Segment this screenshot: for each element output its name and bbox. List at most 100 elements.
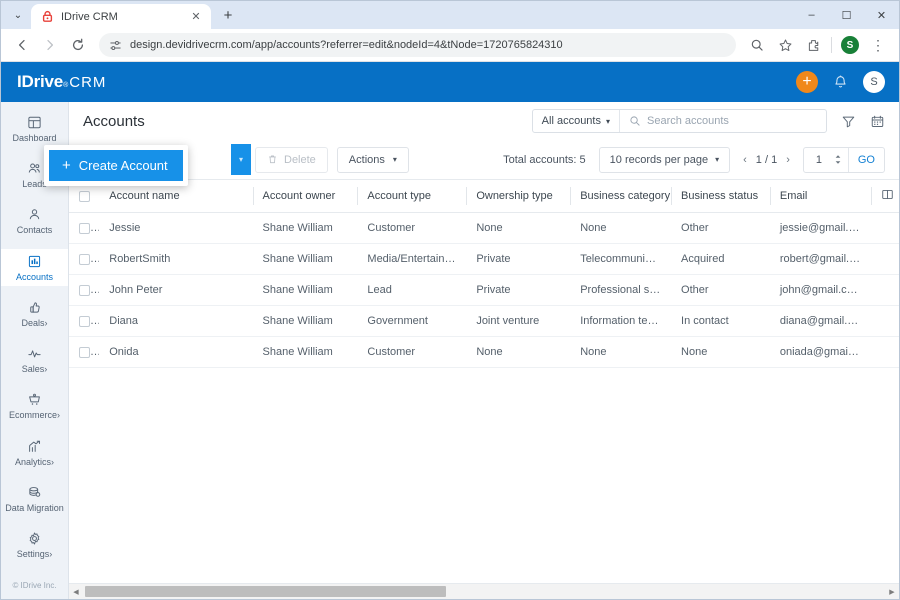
prev-page-button[interactable]: ‹ bbox=[743, 154, 747, 166]
toolbar-divider bbox=[831, 37, 832, 53]
view-filter-dropdown[interactable]: All accounts ▾ bbox=[533, 110, 620, 132]
column-header-email[interactable]: Email bbox=[769, 180, 871, 213]
search-field-wrap[interactable] bbox=[620, 115, 826, 127]
extensions-icon[interactable] bbox=[800, 32, 826, 58]
quick-add-button[interactable]: + bbox=[796, 71, 818, 93]
sales-icon bbox=[27, 346, 42, 361]
notifications-bell-icon[interactable] bbox=[832, 74, 849, 91]
row-checkbox[interactable] bbox=[79, 346, 90, 358]
cell-actions bbox=[870, 243, 899, 275]
tab-search-icon[interactable]: ⌄ bbox=[5, 2, 31, 28]
create-account-label: Create Account bbox=[78, 158, 168, 173]
column-header-ownership-type[interactable]: Ownership type bbox=[466, 180, 571, 213]
sidebar-item-settings[interactable]: Settings› bbox=[1, 527, 68, 564]
ecommerce-icon bbox=[27, 392, 42, 407]
table-row[interactable]: Jessie Shane William Customer None None … bbox=[69, 212, 899, 244]
row-checkbox[interactable] bbox=[79, 284, 90, 296]
scroll-left-arrow[interactable]: ◀ bbox=[69, 588, 83, 596]
tab-title: IDrive CRM bbox=[61, 10, 118, 23]
search-input[interactable] bbox=[647, 115, 817, 127]
row-checkbox[interactable] bbox=[79, 222, 90, 234]
page-number-input[interactable]: 1 bbox=[804, 154, 834, 166]
main-content: Accounts All accounts ▾ Search accounts … bbox=[44, 102, 899, 599]
view-filter-label: All accounts bbox=[541, 115, 601, 127]
create-account-dropdown-caret[interactable]: ▾ bbox=[231, 144, 251, 175]
row-select-cell bbox=[69, 243, 100, 275]
browser-menu-icon[interactable]: ⋮ bbox=[865, 32, 891, 58]
column-header-account-owner[interactable]: Account owner bbox=[252, 180, 358, 213]
address-bar[interactable]: design.devidrivecrm.com/app/accounts?ref… bbox=[99, 33, 736, 57]
column-header-business-status[interactable]: Business status bbox=[671, 180, 770, 213]
horizontal-scrollbar[interactable]: ◀ ▶ bbox=[69, 583, 899, 599]
bookmark-star-icon[interactable] bbox=[772, 32, 798, 58]
deals-icon bbox=[27, 300, 42, 315]
logo-crm-text: CRM bbox=[69, 74, 107, 91]
sidebar-item-label: Analytics› bbox=[14, 456, 54, 467]
sidebar-item-data-migration[interactable]: Data Migration bbox=[1, 480, 68, 517]
app-header: IDrive ® CRM + S bbox=[1, 62, 899, 102]
create-account-button[interactable]: + Create Account bbox=[49, 150, 183, 181]
cell-business-status: Other bbox=[671, 212, 770, 244]
scrollbar-track[interactable] bbox=[83, 586, 885, 597]
scroll-right-arrow[interactable]: ▶ bbox=[885, 588, 899, 596]
records-per-page-dropdown[interactable]: 10 records per page ▾ bbox=[598, 146, 731, 173]
new-tab-button[interactable]: + bbox=[215, 2, 241, 28]
cell-account-owner: Shane William bbox=[252, 212, 358, 244]
page-indicator: 1 / 1 bbox=[755, 153, 778, 166]
records-per-page-label: 10 records per page bbox=[609, 153, 709, 166]
logo-idrive-text: IDrive bbox=[17, 72, 64, 91]
actions-dropdown[interactable]: Actions ▾ bbox=[336, 146, 409, 173]
scrollbar-thumb[interactable] bbox=[85, 586, 446, 597]
close-icon[interactable]: ✕ bbox=[189, 10, 203, 23]
zoom-search-icon[interactable] bbox=[744, 32, 770, 58]
back-icon[interactable] bbox=[9, 32, 35, 58]
go-button[interactable]: GO bbox=[847, 147, 884, 172]
minimize-icon[interactable]: – bbox=[794, 1, 829, 29]
cell-account-owner: Shane William bbox=[252, 336, 358, 368]
sidebar-item-analytics[interactable]: Analytics› bbox=[1, 434, 68, 471]
crm-application: IDrive ® CRM + S Dashboard Leads Contact… bbox=[1, 62, 899, 599]
cell-account-name[interactable]: John Peter bbox=[99, 274, 253, 306]
next-page-button[interactable]: › bbox=[786, 154, 790, 166]
browser-tab[interactable]: IDrive CRM ✕ bbox=[31, 4, 211, 29]
reload-icon[interactable] bbox=[65, 32, 91, 58]
leads-icon bbox=[27, 161, 42, 176]
sidebar-item-deals[interactable]: Deals› bbox=[1, 295, 68, 332]
cell-business-status: None bbox=[671, 336, 770, 368]
idrive-lock-icon bbox=[41, 10, 54, 23]
table-row[interactable]: Diana Shane William Government Joint ven… bbox=[69, 305, 899, 337]
column-settings-icon[interactable] bbox=[881, 188, 894, 201]
site-settings-icon[interactable] bbox=[109, 39, 122, 52]
cell-account-name[interactable]: Diana bbox=[99, 305, 253, 337]
column-header-business-category[interactable]: Business category bbox=[570, 180, 672, 213]
cell-account-name[interactable]: Jessie bbox=[99, 212, 253, 244]
cell-ownership-type: Private bbox=[466, 243, 571, 275]
user-avatar[interactable]: S bbox=[863, 71, 885, 93]
cell-actions bbox=[870, 274, 899, 306]
browser-profile-avatar[interactable]: S bbox=[841, 36, 859, 54]
row-checkbox[interactable] bbox=[79, 315, 90, 327]
sidebar-item-accounts[interactable]: Accounts bbox=[1, 248, 68, 287]
sidebar-item-dashboard[interactable]: Dashboard bbox=[1, 110, 68, 147]
cell-account-name[interactable]: Onida bbox=[99, 336, 253, 368]
table-row[interactable]: John Peter Shane William Lead Private Pr… bbox=[69, 274, 899, 306]
calendar-icon[interactable] bbox=[870, 114, 885, 129]
maximize-icon[interactable]: ☐ bbox=[829, 1, 864, 29]
cell-account-name[interactable]: RobertSmith bbox=[99, 243, 253, 275]
sidebar-item-ecommerce[interactable]: Ecommerce› bbox=[1, 388, 68, 425]
cell-actions bbox=[870, 212, 899, 244]
row-checkbox[interactable] bbox=[79, 253, 90, 265]
table-row[interactable]: Onida Shane William Customer None None N… bbox=[69, 336, 899, 368]
filter-icon[interactable] bbox=[841, 114, 856, 129]
window-close-icon[interactable]: ✕ bbox=[864, 1, 899, 29]
idrive-crm-logo[interactable]: IDrive ® CRM bbox=[17, 72, 106, 92]
sidebar-item-sales[interactable]: Sales› bbox=[1, 341, 68, 378]
cell-email: jessie@gmail.com bbox=[769, 212, 871, 244]
sidebar-item-contacts[interactable]: Contacts bbox=[1, 203, 68, 240]
page-stepper[interactable] bbox=[834, 154, 848, 165]
table-row[interactable]: RobertSmith Shane William Media/Entertai… bbox=[69, 243, 899, 275]
cell-account-owner: Shane William bbox=[252, 243, 358, 275]
select-all-checkbox[interactable] bbox=[79, 190, 90, 202]
cell-business-category: None bbox=[570, 212, 672, 244]
column-header-account-type[interactable]: Account type bbox=[357, 180, 467, 213]
